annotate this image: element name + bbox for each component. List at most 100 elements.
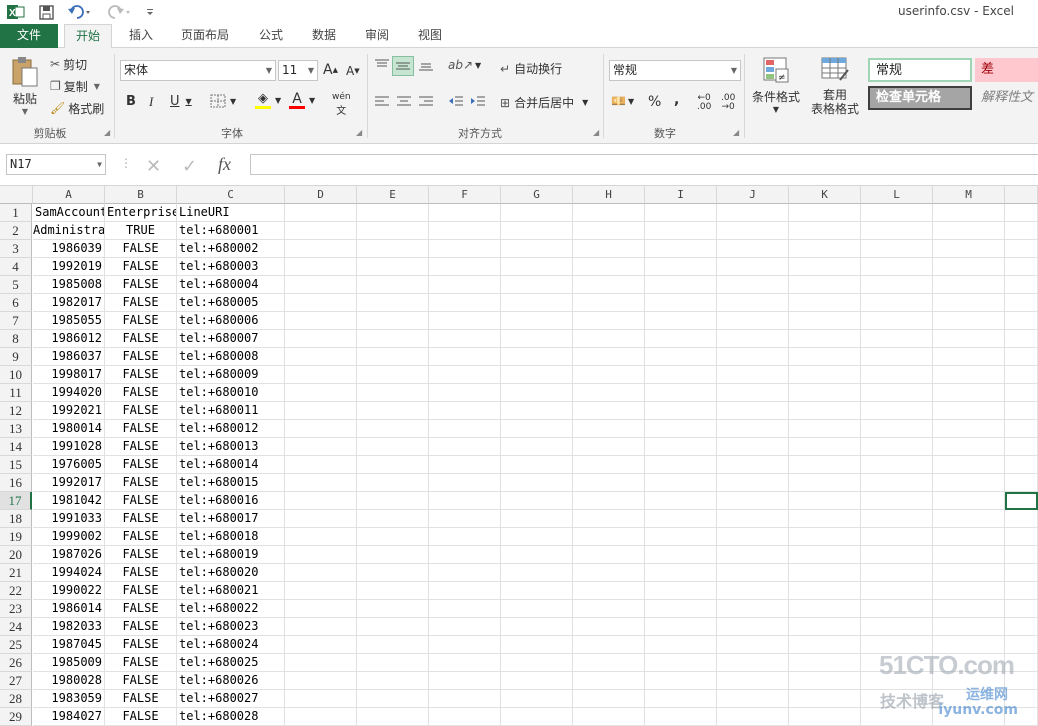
cell-l11[interactable] — [861, 384, 933, 402]
cell-j20[interactable] — [717, 546, 789, 564]
cell-n23[interactable] — [1005, 600, 1038, 618]
cell-m17[interactable] — [933, 492, 1005, 510]
tab-page-layout[interactable]: 页面布局 — [172, 24, 238, 48]
comma-button[interactable]: , — [674, 92, 679, 108]
cell-i13[interactable] — [645, 420, 717, 438]
cell-c16[interactable]: tel:+680015 — [177, 474, 285, 492]
column-header-m[interactable]: M — [933, 186, 1005, 204]
cell-a23[interactable]: 1986014 — [33, 600, 105, 618]
cell-n13[interactable] — [1005, 420, 1038, 438]
cell-j23[interactable] — [717, 600, 789, 618]
cell-n12[interactable] — [1005, 402, 1038, 420]
cell-d9[interactable] — [285, 348, 357, 366]
cell-f27[interactable] — [429, 672, 501, 690]
row-header[interactable]: 16 — [0, 474, 32, 492]
cell-c23[interactable]: tel:+680022 — [177, 600, 285, 618]
cell-b14[interactable]: FALSE — [105, 438, 177, 456]
cell-k1[interactable] — [789, 204, 861, 222]
cell-a22[interactable]: 1990022 — [33, 582, 105, 600]
cell-g2[interactable] — [501, 222, 573, 240]
cell-f20[interactable] — [429, 546, 501, 564]
cell-c14[interactable]: tel:+680013 — [177, 438, 285, 456]
row-header[interactable]: 28 — [0, 690, 32, 708]
italic-button[interactable]: I — [149, 94, 153, 110]
cell-g29[interactable] — [501, 708, 573, 726]
cell-d27[interactable] — [285, 672, 357, 690]
cell-j3[interactable] — [717, 240, 789, 258]
cell-d16[interactable] — [285, 474, 357, 492]
cell-d8[interactable] — [285, 330, 357, 348]
cell-n7[interactable] — [1005, 312, 1038, 330]
cell-c8[interactable]: tel:+680007 — [177, 330, 285, 348]
cell-l8[interactable] — [861, 330, 933, 348]
column-header-l[interactable]: L — [861, 186, 933, 204]
cell-k25[interactable] — [789, 636, 861, 654]
tab-formulas[interactable]: 公式 — [250, 24, 292, 48]
cell-a24[interactable]: 1982033 — [33, 618, 105, 636]
cell-a15[interactable]: 1976005 — [33, 456, 105, 474]
cell-m5[interactable] — [933, 276, 1005, 294]
cell-a17[interactable]: 1981042 — [33, 492, 105, 510]
cell-f19[interactable] — [429, 528, 501, 546]
cell-n1[interactable] — [1005, 204, 1038, 222]
cell-d5[interactable] — [285, 276, 357, 294]
cell-i7[interactable] — [645, 312, 717, 330]
row-header[interactable]: 17 — [0, 492, 32, 510]
cell-b9[interactable]: FALSE — [105, 348, 177, 366]
cell-m16[interactable] — [933, 474, 1005, 492]
cell-l12[interactable] — [861, 402, 933, 420]
cell-a28[interactable]: 1983059 — [33, 690, 105, 708]
cell-d18[interactable] — [285, 510, 357, 528]
underline-button[interactable]: U ▼ — [170, 94, 192, 109]
cell-f1[interactable] — [429, 204, 501, 222]
cell-h15[interactable] — [573, 456, 645, 474]
cell-m12[interactable] — [933, 402, 1005, 420]
cell-l14[interactable] — [861, 438, 933, 456]
row-header[interactable]: 23 — [0, 600, 32, 618]
chevron-down-icon[interactable]: ▼ — [275, 96, 281, 105]
cell-k4[interactable] — [789, 258, 861, 276]
cell-b13[interactable]: FALSE — [105, 420, 177, 438]
cell-k14[interactable] — [789, 438, 861, 456]
style-check-cell[interactable]: 检查单元格 — [868, 86, 972, 110]
formula-input[interactable] — [250, 154, 1038, 175]
cell-b17[interactable]: FALSE — [105, 492, 177, 510]
cell-a20[interactable]: 1987026 — [33, 546, 105, 564]
cell-f18[interactable] — [429, 510, 501, 528]
cell-m1[interactable] — [933, 204, 1005, 222]
cell-l9[interactable] — [861, 348, 933, 366]
cell-i24[interactable] — [645, 618, 717, 636]
cell-i2[interactable] — [645, 222, 717, 240]
cell-j12[interactable] — [717, 402, 789, 420]
row-header[interactable]: 26 — [0, 654, 32, 672]
row-header[interactable]: 4 — [0, 258, 32, 276]
align-right-button[interactable] — [418, 94, 434, 108]
cell-i25[interactable] — [645, 636, 717, 654]
cell-g16[interactable] — [501, 474, 573, 492]
row-header[interactable]: 29 — [0, 708, 32, 726]
cell-g11[interactable] — [501, 384, 573, 402]
tab-data[interactable]: 数据 — [303, 24, 345, 48]
style-explanatory[interactable]: 解释性文 — [975, 86, 1038, 110]
row-header[interactable]: 3 — [0, 240, 32, 258]
cell-f3[interactable] — [429, 240, 501, 258]
row-header[interactable]: 2 — [0, 222, 32, 240]
cell-d23[interactable] — [285, 600, 357, 618]
cell-g22[interactable] — [501, 582, 573, 600]
cell-n9[interactable] — [1005, 348, 1038, 366]
cell-e8[interactable] — [357, 330, 429, 348]
cell-g13[interactable] — [501, 420, 573, 438]
cell-g5[interactable] — [501, 276, 573, 294]
cell-a6[interactable]: 1982017 — [33, 294, 105, 312]
cell-a29[interactable]: 1984027 — [33, 708, 105, 726]
cell-b10[interactable]: FALSE — [105, 366, 177, 384]
cell-m14[interactable] — [933, 438, 1005, 456]
cell-n18[interactable] — [1005, 510, 1038, 528]
dialog-launcher-icon[interactable]: ◢ — [733, 128, 739, 137]
cell-j29[interactable] — [717, 708, 789, 726]
cell-b4[interactable]: FALSE — [105, 258, 177, 276]
chevron-down-icon[interactable]: ▼ — [309, 96, 315, 105]
cell-j17[interactable] — [717, 492, 789, 510]
cell-l16[interactable] — [861, 474, 933, 492]
row-header[interactable]: 10 — [0, 366, 32, 384]
